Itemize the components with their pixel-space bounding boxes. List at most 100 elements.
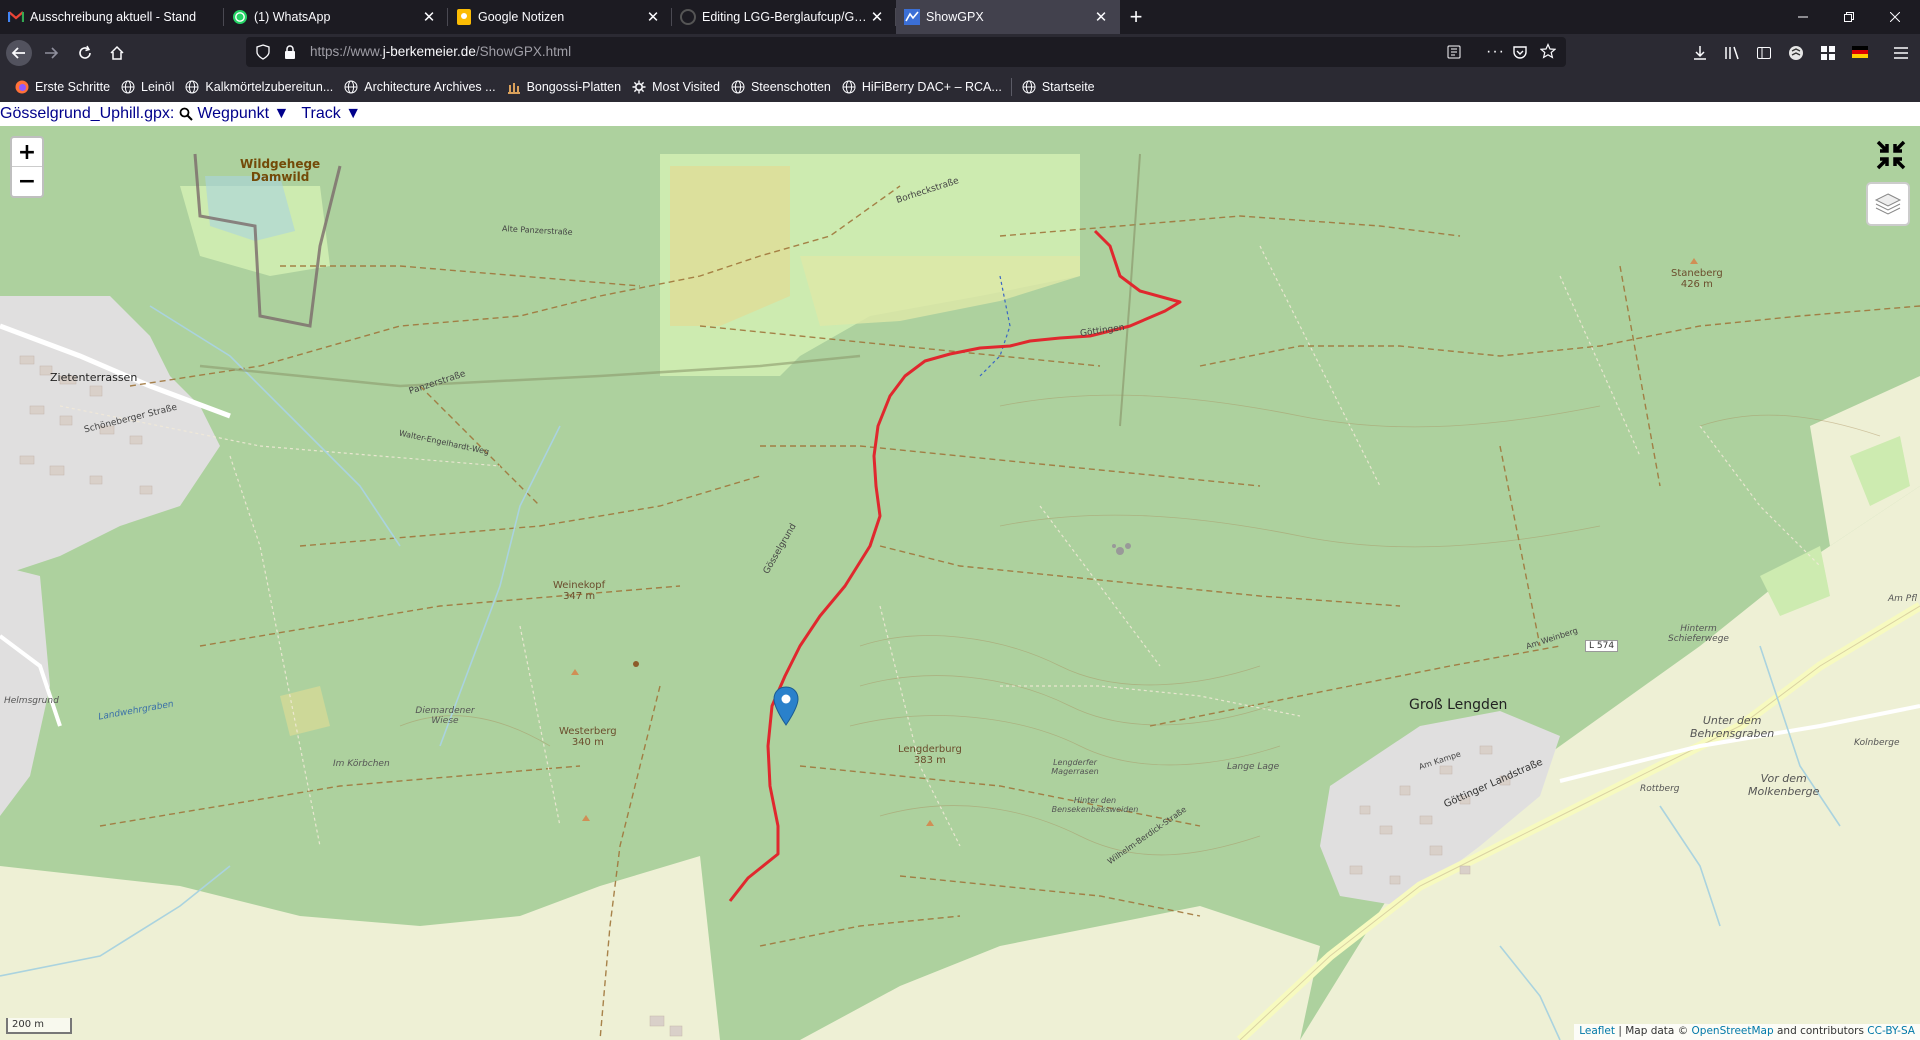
grid-icon[interactable] (1820, 45, 1836, 64)
reload-icon (79, 45, 91, 59)
globe-icon (184, 79, 200, 95)
bookmark-label: Kalkmörtelzubereitun... (205, 80, 334, 94)
layers-icon[interactable] (1866, 182, 1910, 226)
zoom-in-button[interactable]: + (12, 138, 42, 167)
bookmark-steenschotten[interactable]: Steenschotten (725, 76, 836, 98)
tab-google-notizen[interactable]: Google Notizen ✕ (448, 0, 672, 34)
new-tab-button[interactable]: + (1120, 0, 1152, 34)
url-text: https://www.j-berkemeier.de/ShowGPX.html (310, 44, 571, 59)
scale-bar: 200 m (6, 1018, 72, 1034)
close-icon[interactable]: ✕ (420, 8, 438, 26)
bookmark-label: Erste Schritte (35, 80, 111, 94)
waypoint-menu[interactable]: Wegpunkt ▼ (197, 105, 289, 123)
minimize-button[interactable] (1780, 0, 1826, 34)
map-marker-icon[interactable] (773, 686, 799, 729)
german-flag-icon[interactable] (1852, 46, 1868, 61)
reload-button[interactable] (71, 39, 99, 67)
url-path: /ShowGPX.html (475, 44, 572, 59)
bookmark-label: Most Visited (652, 80, 720, 94)
bookmark-label: Startseite (1041, 80, 1095, 94)
tab-github[interactable]: Editing LGG-Berglaufcup/Göss ✕ (672, 0, 896, 34)
bookmark-label: Architecture Archives ... (364, 80, 496, 94)
label-am-pfl: Am Pfl (1888, 594, 1918, 604)
tab-title: Google Notizen (478, 10, 565, 24)
zoom-out-button[interactable]: − (12, 167, 42, 196)
bookmark-kalkmoertel[interactable]: Kalkmörtelzubereitun... (179, 76, 338, 98)
url-prefix: https://www. (310, 44, 383, 59)
close-icon[interactable]: ✕ (1092, 8, 1110, 26)
close-icon[interactable]: ✕ (868, 8, 886, 26)
point-feature (633, 661, 639, 667)
bookmark-startseite[interactable]: Startseite (1016, 76, 1100, 98)
osm-link[interactable]: OpenStreetMap (1692, 1025, 1774, 1037)
close-window-button[interactable] (1872, 0, 1918, 34)
page-content: Gösselgrund_Uphill.gpx: Wegpunkt ▼ Track… (0, 102, 1920, 1040)
label-gross-lengden: Groß Lengden (1409, 697, 1508, 713)
globe-icon (120, 79, 136, 95)
magnifier-icon[interactable] (179, 107, 194, 121)
bookmark-most-visited[interactable]: Most Visited (626, 76, 725, 98)
license-link[interactable]: CC-BY-SA (1867, 1025, 1915, 1037)
gpx-info-bar: Gösselgrund_Uphill.gpx: Wegpunkt ▼ Track… (0, 102, 1920, 126)
label-molkenberge: Vor dem Molkenberge (1748, 772, 1820, 798)
bookmark-label: Steenschotten (750, 80, 831, 94)
bookmark-architecture-archives[interactable]: Architecture Archives ... (338, 76, 500, 98)
restore-button[interactable] (1826, 0, 1872, 34)
fullscreen-exit-icon[interactable] (1874, 138, 1908, 172)
tab-gmail[interactable]: Ausschreibung aktuell - Stand (0, 0, 224, 34)
map-tiles (0, 126, 1920, 1040)
github-icon (680, 9, 696, 25)
whatsapp-icon (232, 9, 248, 25)
forward-button[interactable] (37, 39, 65, 67)
extension-icon[interactable] (1787, 44, 1805, 65)
bookmark-erste-schritte[interactable]: Erste Schritte (9, 76, 115, 98)
tab-title: Ausschreibung aktuell - Stand (30, 10, 197, 24)
tab-showgpx[interactable]: ShowGPX ✕ (896, 0, 1120, 34)
globe-icon (730, 79, 746, 95)
map-attribution: Leaflet | Map data © OpenStreetMap and c… (1574, 1024, 1920, 1040)
zoom-control: + − (10, 136, 44, 198)
leaflet-link[interactable]: Leaflet (1579, 1025, 1615, 1037)
url-host: j-berkemeier.de (382, 44, 476, 59)
map-view[interactable]: Wildgehege Damwild Zietenterrassen Staneb… (0, 126, 1920, 1040)
label-helmsgrund: Helmsgrund (4, 696, 59, 706)
bookmark-star-icon[interactable] (1539, 43, 1557, 62)
library-icon[interactable] (1724, 45, 1740, 64)
tab-whatsapp[interactable]: (1) WhatsApp ✕ (224, 0, 448, 34)
bookmark-hifiberry[interactable]: HiFiBerry DAC+ – RCA... (836, 76, 1007, 98)
track-menu[interactable]: Track ▼ (301, 105, 361, 123)
home-icon (110, 45, 124, 60)
pocket-icon[interactable] (1512, 44, 1528, 63)
label-diemardener: Diemardener Wiese (415, 706, 475, 726)
reader-view-icon[interactable] (1446, 44, 1462, 63)
label-staneberg: Staneberg 426 m (1671, 268, 1723, 290)
firefox-icon (14, 79, 30, 95)
label-rottberg: Rottberg (1640, 784, 1680, 794)
bookmarks-toolbar: Erste Schritte Leinöl Kalkmörtelzubereit… (0, 72, 1920, 102)
bookmark-leinoel[interactable]: Leinöl (115, 76, 179, 98)
forward-arrow-icon (45, 47, 59, 59)
download-icon[interactable] (1692, 45, 1708, 64)
back-button[interactable] (5, 39, 33, 67)
attribution-text: and contributors (1773, 1025, 1868, 1037)
home-button[interactable] (103, 39, 131, 67)
bookmark-separator (1010, 78, 1012, 96)
label-bensekenbek: Hinter den Bensekenbeksweiden (1051, 796, 1139, 814)
tracking-shield-icon[interactable] (256, 44, 270, 63)
label-behrensgraben: Unter dem Behrensgraben (1690, 714, 1775, 740)
bongossi-icon (506, 79, 522, 95)
sidebar-icon[interactable] (1756, 45, 1772, 64)
url-bar[interactable]: https://www.j-berkemeier.de/ShowGPX.html… (246, 37, 1566, 67)
label-weinekopf: Weinekopf 347 m (553, 580, 606, 602)
close-icon[interactable]: ✕ (644, 8, 662, 26)
navigation-toolbar: https://www.j-berkemeier.de/ShowGPX.html… (0, 34, 1920, 72)
label-magerrasen: Lengderfer Magerrasen (1051, 758, 1099, 776)
label-l574: L 574 (1585, 640, 1619, 652)
bookmark-label: HiFiBerry DAC+ – RCA... (861, 80, 1002, 94)
globe-icon (343, 79, 359, 95)
bookmark-bongossi[interactable]: Bongossi-Platten (501, 76, 627, 98)
lock-icon[interactable] (284, 45, 296, 62)
page-actions-icon[interactable]: ··· (1486, 43, 1505, 61)
bookmark-label: Bongossi-Platten (526, 80, 622, 94)
hamburger-menu-icon[interactable] (1893, 45, 1909, 64)
